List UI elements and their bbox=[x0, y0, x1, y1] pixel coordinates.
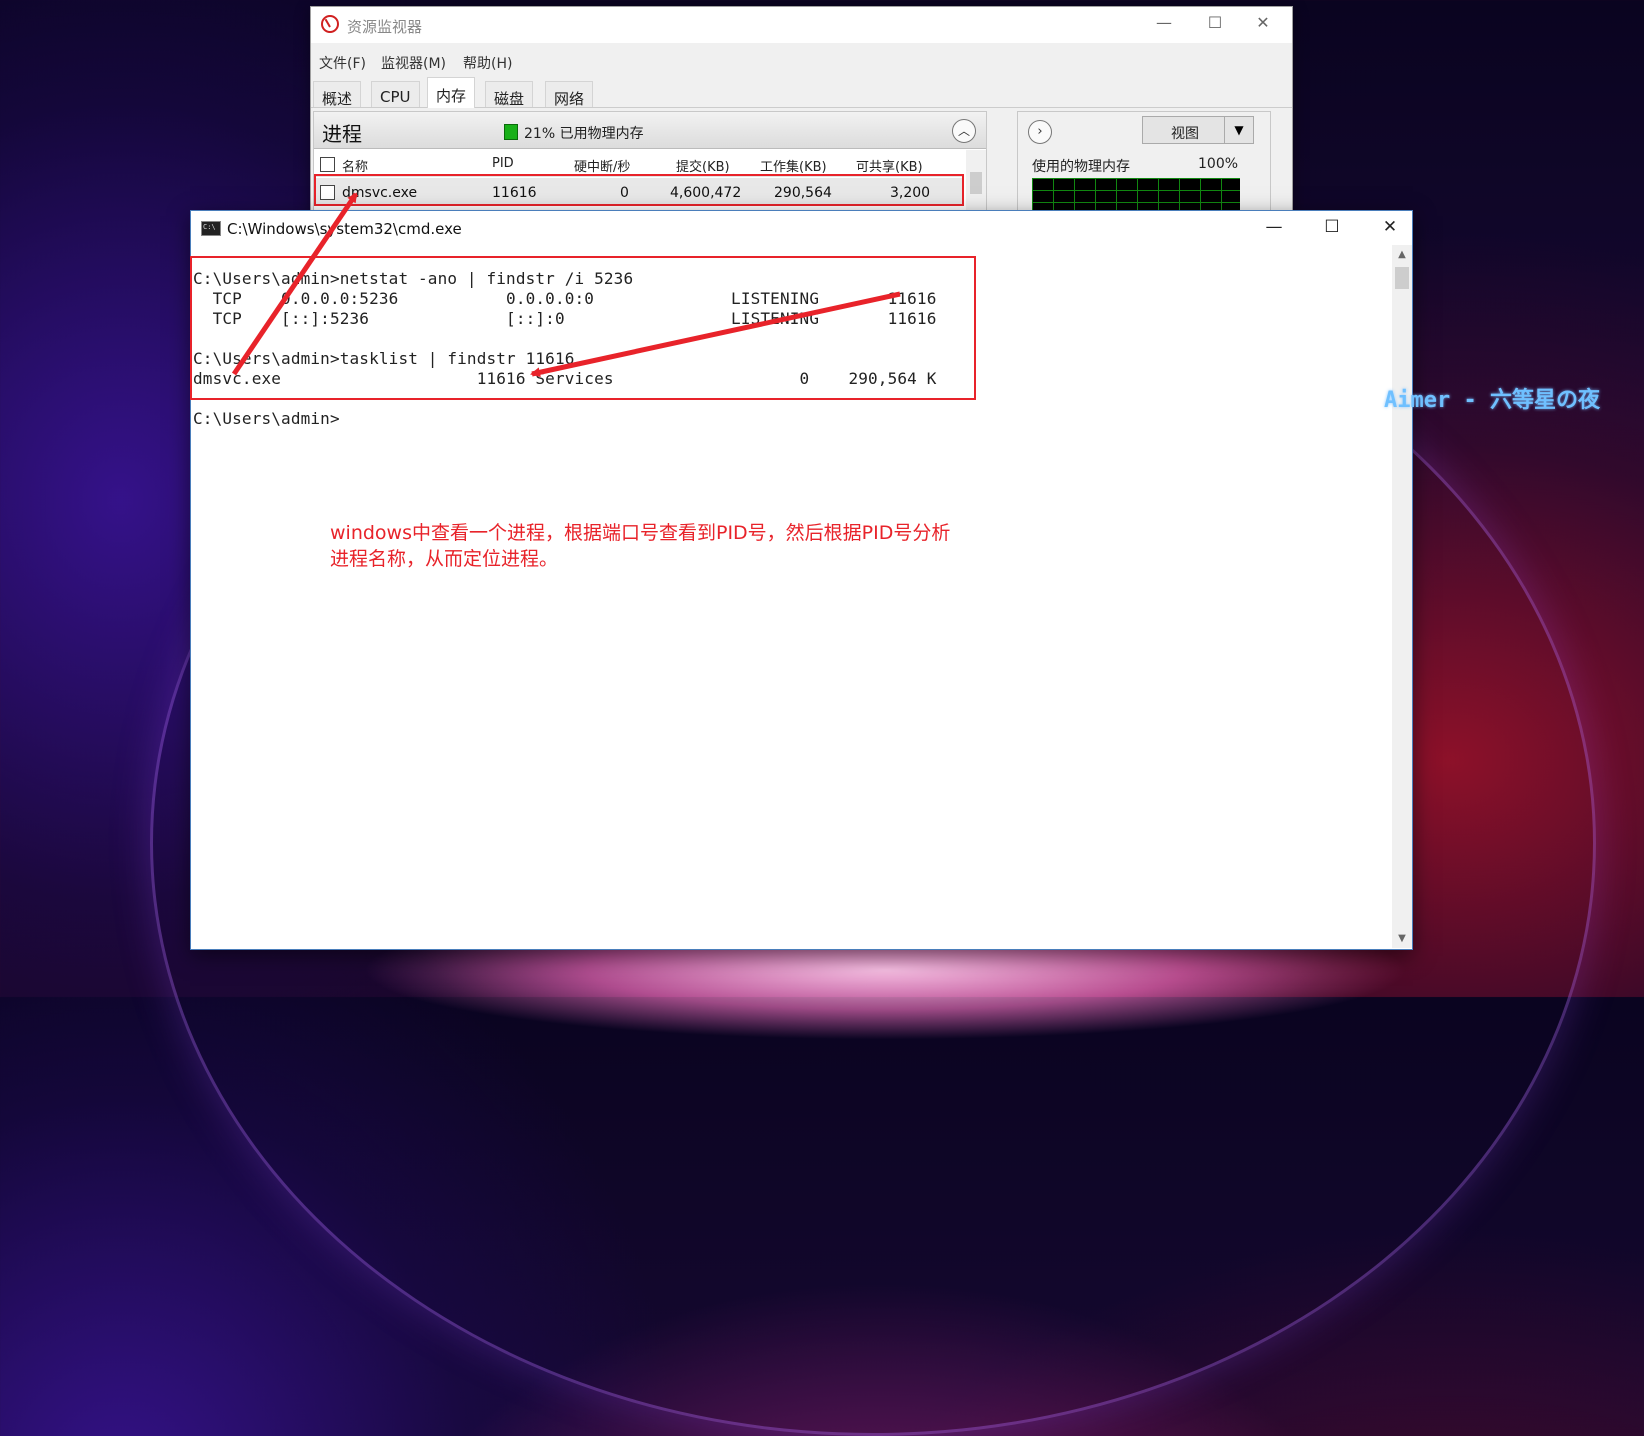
tab-overview[interactable]: 概述 bbox=[313, 81, 362, 108]
cmd-minimize-button[interactable]: — bbox=[1251, 217, 1297, 241]
tab-disk[interactable]: 磁盘 bbox=[485, 81, 534, 108]
col-commit[interactable]: 提交(KB) bbox=[676, 156, 730, 175]
resource-monitor-icon bbox=[321, 15, 339, 33]
graph-panel: › 视图 ▼ 使用的物理内存 100% bbox=[1017, 111, 1271, 219]
highlight-process-row bbox=[314, 174, 964, 206]
cmd-maximize-button[interactable]: ☐ bbox=[1309, 217, 1355, 241]
annotation-note: windows中查看一个进程，根据端口号查看到PID号，然后根据PID号分析 进… bbox=[330, 520, 950, 572]
rm-minimize-button[interactable]: — bbox=[1144, 13, 1184, 37]
tab-memory[interactable]: 内存 bbox=[427, 77, 476, 108]
processes-section-title: 进程 bbox=[322, 122, 362, 146]
tab-network[interactable]: 网络 bbox=[545, 81, 594, 108]
graph-percent: 100% bbox=[1198, 156, 1239, 172]
chevron-right-icon[interactable]: › bbox=[1028, 120, 1052, 144]
cmd-scrollbar[interactable]: ▲ ▼ bbox=[1392, 245, 1412, 948]
process-table-scrollbar[interactable] bbox=[966, 150, 986, 218]
scroll-down-icon[interactable]: ▼ bbox=[1392, 933, 1412, 944]
col-name[interactable]: 名称 bbox=[342, 156, 368, 175]
highlight-console-output bbox=[190, 256, 976, 400]
graph-scrollbar[interactable] bbox=[1273, 111, 1291, 217]
menu-monitor[interactable]: 监视器(M) bbox=[381, 53, 446, 73]
watermark-text: Aimer - 六等星の夜 bbox=[1384, 388, 1600, 413]
graph-label: 使用的物理内存 bbox=[1032, 159, 1130, 175]
view-button[interactable]: 视图 ▼ bbox=[1142, 116, 1254, 144]
tab-cpu[interactable]: CPU bbox=[371, 81, 420, 107]
rm-title-bar[interactable]: 资源监视器 — ☐ ✕ bbox=[311, 7, 1292, 43]
select-all-checkbox[interactable] bbox=[320, 157, 335, 172]
scroll-up-icon[interactable]: ▲ bbox=[1392, 249, 1412, 260]
rm-tab-bar: 概述 CPU 内存 磁盘 网络 bbox=[311, 75, 1292, 108]
processes-section-header[interactable]: 进程 21% 已用物理内存 ︿ bbox=[314, 112, 986, 149]
rm-window-title: 资源监视器 bbox=[347, 18, 423, 36]
memory-usage-summary: 21% 已用物理内存 bbox=[524, 126, 644, 142]
annotation-line-1: windows中查看一个进程，根据端口号查看到PID号，然后根据PID号分析 bbox=[330, 522, 951, 544]
menu-file[interactable]: 文件(F) bbox=[319, 53, 366, 73]
cmd-title-bar[interactable]: C:\Windows\system32\cmd.exe — ☐ ✕ bbox=[191, 211, 1412, 245]
col-pid[interactable]: PID bbox=[492, 156, 514, 171]
col-shareable[interactable]: 可共享(KB) bbox=[856, 156, 923, 175]
view-button-label: 视图 bbox=[1171, 126, 1199, 142]
col-working-set[interactable]: 工作集(KB) bbox=[760, 156, 827, 175]
cmd-window-title: C:\Windows\system32\cmd.exe bbox=[227, 220, 462, 238]
console-prompt: C:\Users\admin> bbox=[193, 409, 340, 428]
rm-maximize-button[interactable]: ☐ bbox=[1195, 13, 1235, 37]
menu-help[interactable]: 帮助(H) bbox=[463, 53, 512, 73]
annotation-line-2: 进程名称，从而定位进程。 bbox=[330, 548, 559, 570]
memory-usage-icon bbox=[504, 124, 518, 140]
process-table-header: 名称 PID 硬中断/秒 提交(KB) 工作集(KB) 可共享(KB) bbox=[314, 150, 964, 177]
collapse-chevron-icon[interactable]: ︿ bbox=[952, 119, 976, 143]
dropdown-arrow-icon[interactable]: ▼ bbox=[1224, 117, 1253, 143]
rm-close-button[interactable]: ✕ bbox=[1243, 13, 1283, 37]
cmd-icon bbox=[201, 221, 221, 236]
col-hard-faults[interactable]: 硬中断/秒 bbox=[574, 156, 630, 175]
cmd-close-button[interactable]: ✕ bbox=[1367, 217, 1413, 241]
rm-main-scrollbar[interactable] bbox=[991, 111, 1011, 217]
